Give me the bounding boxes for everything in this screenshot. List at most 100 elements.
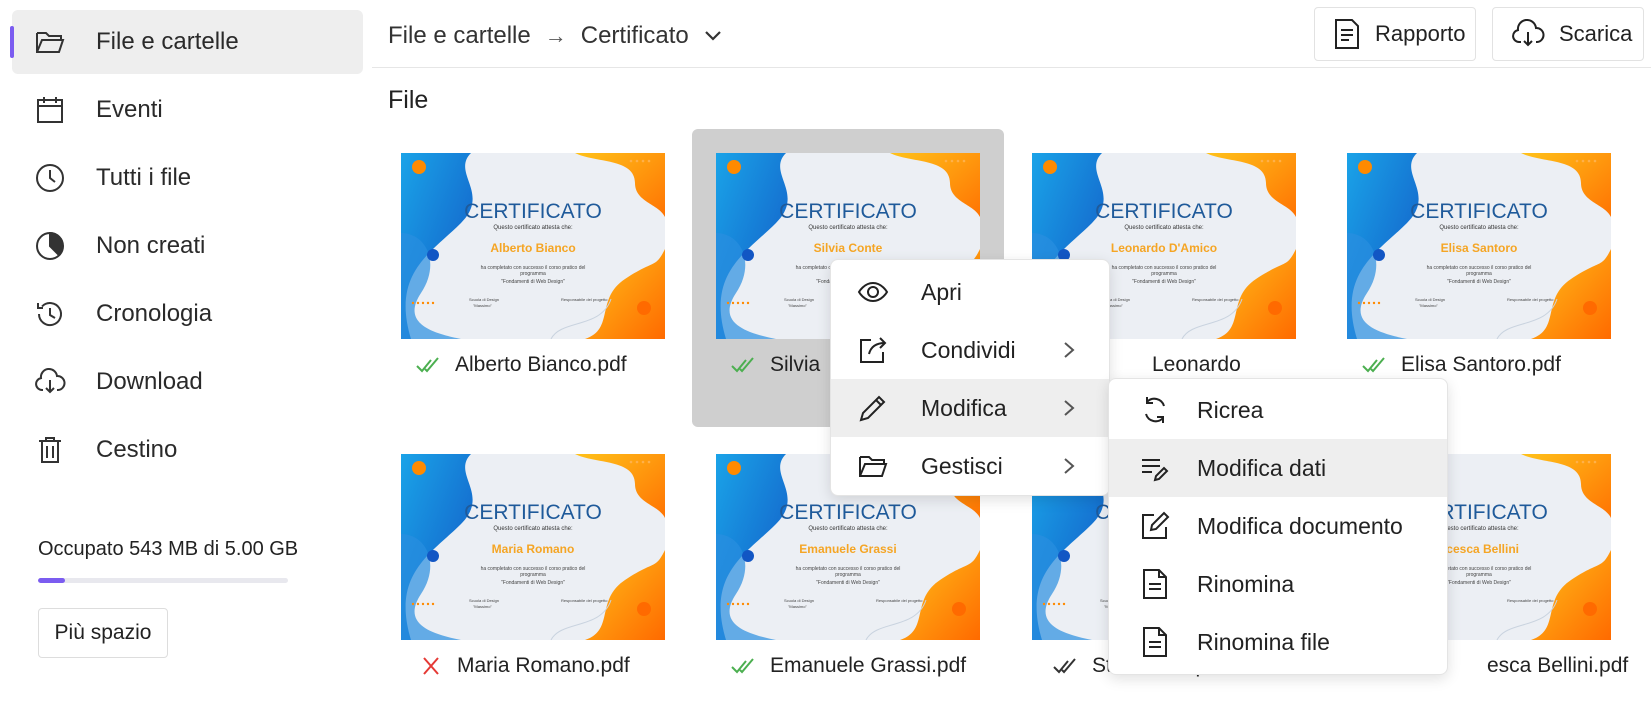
- menu-item-gestisci[interactable]: Gestisci: [831, 437, 1109, 495]
- edit-document-icon: [1142, 511, 1170, 539]
- double-check-icon: [416, 357, 439, 373]
- menu-item-condividi[interactable]: Condividi: [831, 321, 1109, 379]
- more-space-button[interactable]: Più spazio: [38, 608, 168, 658]
- cert-title: CERTIFICATO: [779, 501, 917, 524]
- breadcrumb-current[interactable]: Certificato: [581, 22, 689, 50]
- cert-subtitle: Questo certificato attesta che:: [493, 526, 573, 532]
- cert-sign-left-name: "Massimo": [1419, 303, 1438, 308]
- submenu-item-ricrea[interactable]: Ricrea: [1109, 381, 1447, 439]
- cert-sign-left: Scuola di Design: [469, 598, 500, 603]
- certificate-thumbnail[interactable]: CERTIFICATO Questo certificato attesta c…: [401, 153, 665, 339]
- cert-title: CERTIFICATO: [1095, 200, 1233, 223]
- double-check-icon: [1053, 658, 1076, 674]
- sidebar-item-cronologia[interactable]: Cronologia: [12, 282, 363, 346]
- cert-sign-right: Responsabile del progetto: [561, 598, 608, 603]
- breadcrumb-root[interactable]: File e cartelle: [388, 22, 531, 50]
- cert-subtitle: Questo certificato attesta che:: [1439, 225, 1519, 231]
- cloud-download-icon: [1512, 19, 1545, 47]
- share-icon: [860, 337, 887, 363]
- sidebar-item-label: Non creati: [96, 232, 206, 259]
- cert-title: CERTIFICATO: [779, 200, 917, 223]
- file-name-row: Silvia: [730, 353, 820, 377]
- cert-sign-left: Scuola di Design: [1415, 297, 1446, 302]
- edit-submenu: Ricrea Modifica dati Modifica documento …: [1108, 378, 1448, 675]
- error-cross-icon: [423, 657, 439, 675]
- submenu-item-modifica-dati[interactable]: Modifica dati: [1109, 439, 1447, 497]
- sidebar-item-cestino[interactable]: Cestino: [12, 418, 363, 482]
- storage-usage-text: Occupato 543 MB di 5.00 GB: [38, 538, 299, 560]
- file-name[interactable]: Silvia: [770, 353, 820, 377]
- submenu-item-modifica-documento[interactable]: Modifica documento: [1109, 497, 1447, 555]
- cert-course: "Fondamenti di Web Design": [1447, 279, 1511, 285]
- file-name[interactable]: Elisa Santoro.pdf: [1401, 353, 1561, 377]
- cloud-download-icon: [35, 367, 66, 394]
- menu-item-modifica[interactable]: Modifica: [831, 379, 1109, 437]
- menu-item-label: Apri: [921, 278, 962, 305]
- report-button[interactable]: Rapporto: [1314, 7, 1476, 61]
- sidebar-item-label: File e cartelle: [96, 28, 239, 55]
- status-placeholder: [1447, 656, 1475, 676]
- download-button[interactable]: Scarica: [1492, 7, 1644, 61]
- file-name[interactable]: Maria Romano.pdf: [457, 654, 630, 678]
- cert-sign-right: Responsabile del progetto: [561, 297, 608, 302]
- folder-open-icon: [859, 456, 888, 477]
- file-name[interactable]: Emanuele Grassi.pdf: [770, 654, 966, 678]
- cert-recipient-name: Maria Romano: [491, 542, 575, 556]
- cert-recipient-name: Emanuele Grassi: [799, 542, 897, 556]
- download-button-label: Scarica: [1559, 21, 1633, 46]
- cert-course: "Fondamenti di Web Design": [816, 580, 880, 586]
- cert-sign-right: Responsabile del progetto: [876, 598, 923, 603]
- storage-progress-fill: [38, 578, 66, 583]
- cert-course: "Fondamenti di Web Design": [501, 580, 565, 586]
- eye-icon: [857, 281, 889, 303]
- menu-item-apri[interactable]: Apri: [831, 263, 1109, 321]
- report-button-label: Rapporto: [1375, 21, 1466, 46]
- cert-sign-left-name: "Massimo": [788, 303, 807, 308]
- sidebar-item-tutti-i-file[interactable]: Tutti i file: [12, 146, 363, 210]
- calendar-icon: [37, 97, 63, 123]
- menu-item-label: Gestisci: [921, 452, 1003, 479]
- file-name-row: esca Bellini.pdf: [1447, 654, 1628, 678]
- cert-title: CERTIFICATO: [464, 501, 602, 524]
- certificate-thumbnail[interactable]: CERTIFICATO Questo certificato attesta c…: [1347, 153, 1611, 339]
- document-icon: [1143, 627, 1167, 657]
- cert-subtitle: Questo certificato attesta che:: [493, 225, 573, 231]
- cert-body: ha completato con successo il corso prat…: [480, 265, 586, 277]
- menu-item-label: Modifica: [921, 394, 1007, 421]
- sidebar-item-non-creati[interactable]: Non creati: [12, 214, 363, 278]
- submenu-item-label: Modifica documento: [1197, 512, 1403, 539]
- sidebar-item-file-e-cartelle[interactable]: File e cartelle: [10, 10, 363, 74]
- cert-sign-left-name: "Massimo": [473, 604, 492, 609]
- sidebar-item-label: Download: [96, 368, 203, 395]
- double-check-icon: [1362, 357, 1385, 373]
- cert-subtitle: Questo certificato attesta che:: [1124, 225, 1204, 231]
- sidebar-item-eventi[interactable]: Eventi: [12, 78, 363, 142]
- file-name[interactable]: Alberto Bianco.pdf: [455, 353, 627, 377]
- cert-sign-left: Scuola di Design: [784, 297, 815, 302]
- cert-body: ha completato con successo il corso prat…: [1426, 265, 1532, 277]
- edit-lines-icon: [1142, 459, 1169, 482]
- file-name-row: Elisa Santoro.pdf: [1361, 353, 1561, 377]
- sidebar-item-download[interactable]: Download: [12, 350, 363, 414]
- cert-body: ha completato con successo il corso prat…: [795, 566, 901, 578]
- submenu-item-rinomina[interactable]: Rinomina: [1109, 555, 1447, 613]
- file-name[interactable]: Leonardo: [1152, 353, 1241, 377]
- cert-recipient-name: Alberto Bianco: [490, 241, 576, 255]
- sidebar-item-label: Tutti i file: [96, 164, 192, 191]
- context-menu: Apri Condividi Modifica Gestisci: [830, 259, 1110, 496]
- cert-body: ha completato con successo il corso prat…: [480, 566, 586, 578]
- cert-sign-left: Scuola di Design: [784, 598, 815, 603]
- sidebar-item-label: Cestino: [96, 436, 178, 463]
- certificate-thumbnail[interactable]: CERTIFICATO Questo certificato attesta c…: [401, 454, 665, 640]
- pencil-icon: [859, 395, 886, 422]
- section-title: File: [388, 86, 429, 114]
- submenu-item-label: Modifica dati: [1197, 454, 1327, 481]
- chevron-right-icon: [1064, 400, 1075, 416]
- cert-body: ha completato con successo il corso prat…: [1111, 265, 1217, 277]
- submenu-item-rinomina-file[interactable]: Rinomina file: [1109, 613, 1447, 671]
- file-name[interactable]: esca Bellini.pdf: [1487, 654, 1628, 678]
- cert-sign-left-name: "Massimo": [788, 604, 807, 609]
- cert-course: "Fondamenti di Web Design": [501, 279, 565, 285]
- breadcrumb-separator: →: [544, 23, 567, 48]
- chevron-down-icon[interactable]: [703, 29, 723, 43]
